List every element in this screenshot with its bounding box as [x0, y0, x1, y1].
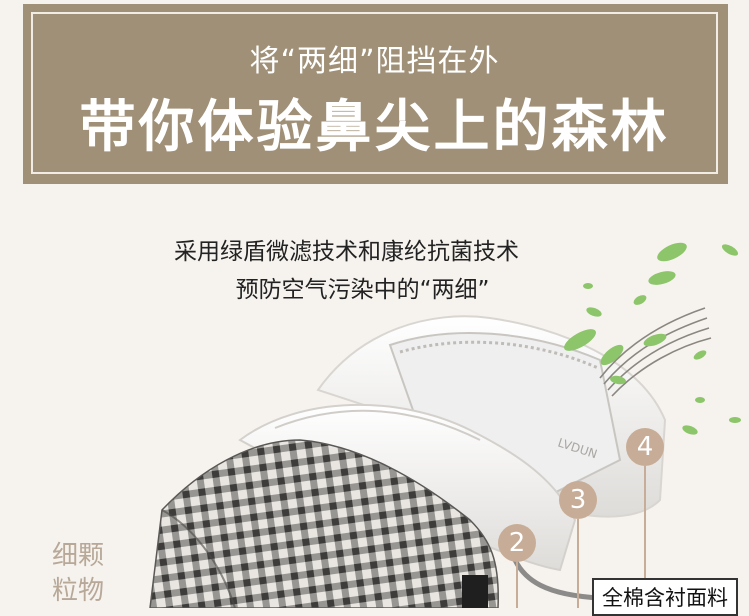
side-label-line-1: 细颗	[52, 541, 105, 571]
layer-marker-3: 3	[559, 481, 597, 519]
layer-marker-4: 4	[626, 428, 664, 466]
brand-tag	[462, 575, 488, 608]
side-label-line-2: 粒物	[52, 576, 105, 606]
mask-illustration: LVDUN	[149, 242, 741, 608]
layer-label-box: 全棉含衬面料	[592, 578, 738, 616]
layer-marker-2: 2	[498, 524, 536, 562]
